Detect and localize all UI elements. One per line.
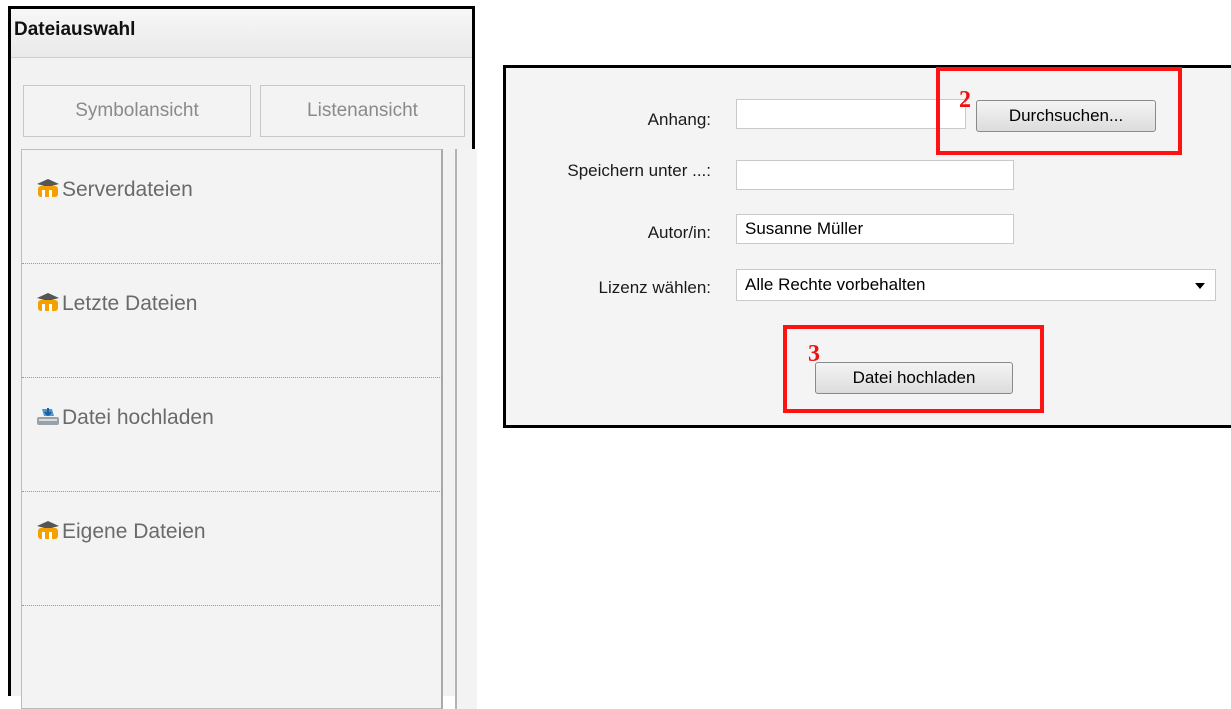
moodle-icon xyxy=(37,521,59,539)
author-field[interactable] xyxy=(736,214,1014,244)
step-3-label: 3 xyxy=(808,341,820,367)
attachment-field[interactable] xyxy=(736,99,966,129)
repo-item-label: Serverdateien xyxy=(62,178,193,201)
moodle-icon xyxy=(37,179,59,197)
license-select[interactable]: Alle Rechte vorbehalten xyxy=(736,269,1216,301)
attachment-label: Anhang: xyxy=(647,110,711,129)
picker-title: Dateiauswahl xyxy=(14,19,136,40)
repo-item-label: Letzte Dateien xyxy=(62,292,198,315)
file-picker-panel: Dateiauswahl Symbolansicht Listenansicht… xyxy=(8,6,477,709)
repo-item-label: Datei hochladen xyxy=(62,406,214,429)
repo-item-serverdateien[interactable]: Serverdateien xyxy=(22,150,442,264)
file-content-area xyxy=(455,149,477,709)
repository-list: Serverdateien Letzte Dateien Datei hochl… xyxy=(21,149,443,709)
list-view-button[interactable]: Listenansicht xyxy=(260,85,465,137)
symbol-view-button[interactable]: Symbolansicht xyxy=(23,85,251,137)
highlight-box-step-2 xyxy=(936,67,1182,155)
repo-item-datei-hochladen[interactable]: Datei hochladen xyxy=(22,378,442,492)
save-as-label: Speichern unter ...: xyxy=(567,161,711,180)
author-label: Autor/in: xyxy=(647,223,711,242)
save-as-field[interactable] xyxy=(736,160,1014,190)
license-label: Lizenz wählen: xyxy=(598,278,711,297)
upload-icon xyxy=(37,408,59,425)
moodle-icon xyxy=(37,293,59,311)
license-selected-value: Alle Rechte vorbehalten xyxy=(745,275,926,294)
chevron-down-icon xyxy=(1195,283,1205,289)
repo-item-eigene-dateien[interactable]: Eigene Dateien xyxy=(22,492,442,606)
repo-item-label: Eigene Dateien xyxy=(62,520,206,543)
picker-title-bar: Dateiauswahl xyxy=(11,9,472,58)
step-2-label: 2 xyxy=(959,87,971,113)
repo-item-letzte-dateien[interactable]: Letzte Dateien xyxy=(22,264,442,378)
highlight-box-step-3 xyxy=(783,325,1044,413)
